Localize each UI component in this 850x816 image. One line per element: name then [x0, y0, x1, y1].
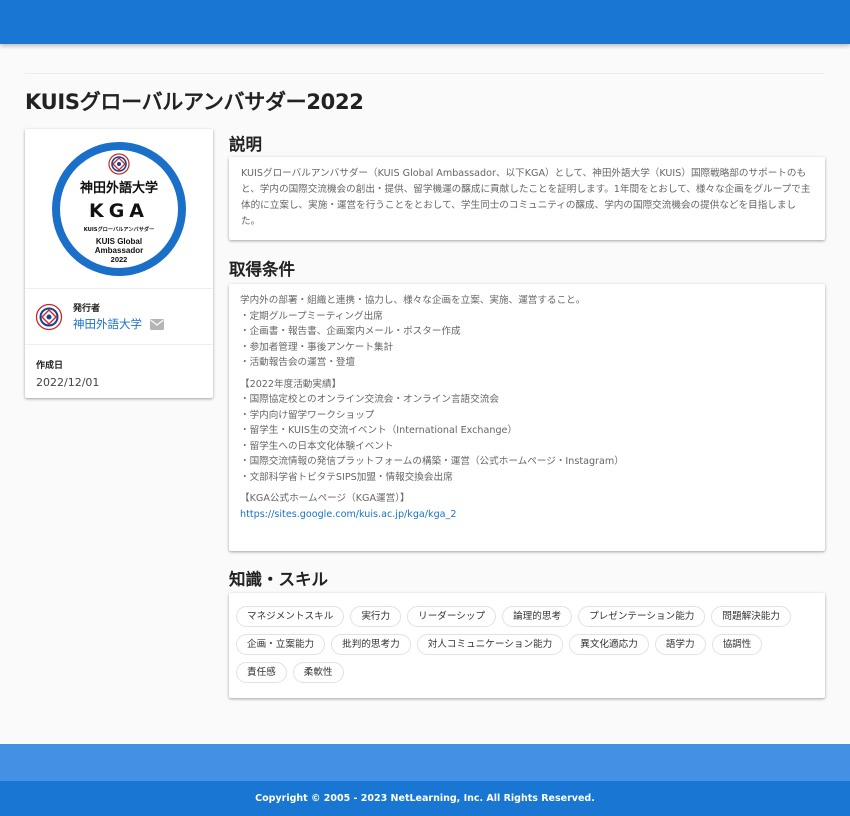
requirements-intro: 学内外の部署・組織と連携・協力し、様々な企画を立案、実施、運営すること。	[240, 295, 586, 306]
skill-chip: 異文化適応力	[569, 634, 649, 655]
skill-chip: 柔軟性	[292, 662, 344, 683]
requirements-card: 学内外の部署・組織と連携・協力し、様々な企画を立案、実施、運営すること。 ・定期…	[229, 284, 825, 551]
skill-chip: 語学力	[654, 634, 706, 655]
badge-code: KGA	[89, 200, 149, 222]
footer: Copyright © 2005 - 2023 NetLearning, Inc…	[0, 781, 850, 816]
badge-subtitle-jp: KUISグローバルアンバサダー	[84, 225, 155, 233]
issuer-name-link[interactable]: 神田外語大学	[73, 316, 142, 332]
created-date-block: 作成日 2022/12/01	[25, 345, 213, 389]
requirement-item: ・活動報告会の運営・登壇	[240, 357, 356, 368]
skill-chip: 責任感	[236, 662, 287, 683]
badge-image: 神田外語大学 KGA KUISグローバルアンバサダー KUIS Global A…	[25, 129, 213, 289]
result-item: ・国際交流情報の発信プラットフォームの構築・運営（公式ホームページ・Instag…	[240, 456, 624, 467]
badge-name-line2: Ambassador	[95, 246, 143, 255]
skill-chip: 実行力	[350, 606, 402, 627]
skill-chip: 企画・立案能力	[236, 634, 326, 655]
skill-chip: リーダーシップ	[407, 606, 497, 627]
result-item: ・留学生への日本文化体験イベント	[240, 440, 394, 452]
skills-chip-list: マネジメントスキル 実行力 リーダーシップ 論理的思考 プレゼンテーション能力 …	[236, 606, 816, 690]
result-item: ・学内向け留学ワークショップ	[240, 409, 375, 421]
skill-chip: 問題解決能力	[711, 606, 791, 627]
result-item: ・留学生・KUIS生の交流イベント（International Exchange…	[240, 425, 518, 436]
description-text: KUISグローバルアンバサダー（KUIS Global Ambassador、以…	[241, 168, 811, 227]
homepage-link[interactable]: https://sites.google.com/kuis.ac.jp/kga/…	[240, 507, 814, 523]
skills-heading: 知識・スキル	[229, 570, 328, 589]
skill-chip: 論理的思考	[502, 606, 573, 627]
requirement-item: ・参加者管理・事後アンケート集計	[240, 341, 394, 353]
skills-card: マネジメントスキル 実行力 リーダーシップ 論理的思考 プレゼンテーション能力 …	[229, 593, 825, 698]
skill-chip: プレゼンテーション能力	[578, 606, 706, 627]
badge-emblem: 神田外語大学 KGA KUISグローバルアンバサダー KUIS Global A…	[52, 141, 186, 276]
issuer-row: 発行者 神田外語大学	[25, 289, 213, 345]
badge-title-jp: 神田外語大学	[80, 180, 158, 196]
skill-chip: 批判的思考力	[331, 634, 411, 655]
created-date-value: 2022/12/01	[36, 376, 100, 389]
created-date-label: 作成日	[36, 361, 64, 371]
mail-icon[interactable]	[150, 318, 164, 330]
description-heading: 説明	[229, 135, 262, 154]
skill-chip: 対人コミュニケーション能力	[416, 634, 564, 655]
requirements-heading: 取得条件	[229, 260, 295, 279]
page-title: KUISグローバルアンバサダー2022	[25, 90, 364, 114]
header-divider	[25, 73, 825, 74]
issuer-logo	[35, 303, 63, 330]
badge-card: 神田外語大学 KGA KUISグローバルアンバサダー KUIS Global A…	[25, 129, 213, 398]
footer-band	[0, 744, 850, 781]
homepage-heading: 【KGA公式ホームページ（KGA運営）】	[240, 493, 410, 504]
badge-year: 2022	[111, 255, 128, 264]
issuer-label: 発行者	[73, 304, 101, 314]
description-card: KUISグローバルアンバサダー（KUIS Global Ambassador、以…	[229, 157, 825, 240]
skill-chip: 協調性	[711, 634, 763, 655]
top-app-bar	[0, 0, 850, 44]
result-item: ・国際協定校とのオンライン交流会・オンライン言語交流会	[240, 394, 499, 405]
skill-chip: マネジメントスキル	[236, 606, 345, 627]
requirement-item: ・企画書・報告書、企画案内メール・ポスター作成	[240, 326, 461, 337]
results-heading: 【2022年度活動実績】	[240, 378, 342, 390]
result-item: ・文部科学省トビタテSIPS加盟・情報交換会出席	[240, 471, 453, 483]
badge-name-line1: KUIS Global	[96, 237, 142, 246]
requirement-item: ・定期グループミーティング出席	[240, 310, 383, 322]
copyright-text: Copyright © 2005 - 2023 NetLearning, Inc…	[255, 793, 595, 804]
